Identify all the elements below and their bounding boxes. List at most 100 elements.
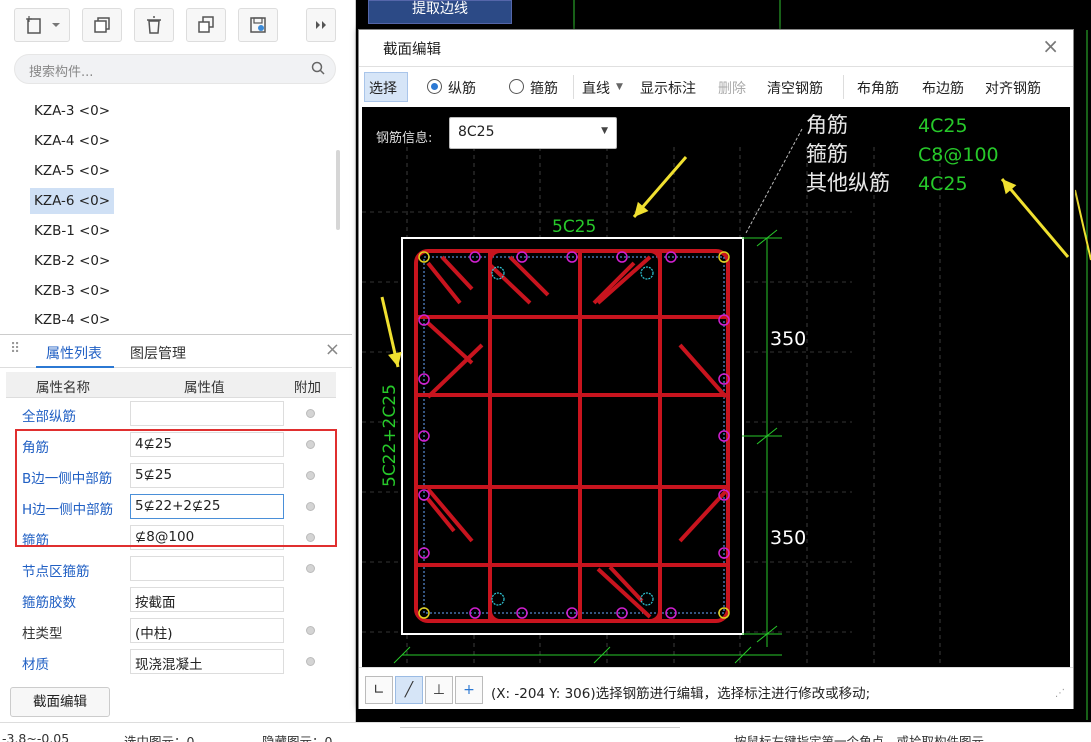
chevron-down-icon: ▼ — [601, 126, 608, 136]
tree-item-selected[interactable]: KZA-6 <0> — [30, 188, 115, 214]
chevron-down-icon[interactable]: ▼ — [616, 82, 623, 92]
property-row: 节点区箍筋 — [6, 553, 336, 584]
tree-scrollbar[interactable] — [336, 150, 340, 230]
close-icon[interactable]: × — [1042, 34, 1059, 58]
search-icon[interactable] — [311, 61, 325, 79]
section-canvas[interactable]: 350 350 5C25 5C22+2C25 角筋 4C25 箍筋 C8@100 其他纵筋 4C2… — [362, 107, 1070, 667]
status-bar: -3.8~-0.05 选中图元：0 隐藏图元：0 按鼠标左键指定第一个角点，或拾… — [0, 722, 1091, 742]
top-rebar-label: 5C25 — [552, 217, 596, 237]
property-value[interactable]: 按截面 — [130, 587, 284, 612]
property-value[interactable] — [130, 556, 284, 581]
copy-to-floor-icon[interactable] — [186, 8, 226, 42]
header-value: 属性值 — [184, 380, 225, 396]
align-rebar-button[interactable]: 对齐钢筋 — [985, 78, 1041, 98]
annotation-arrow — [1000, 178, 1070, 258]
info-label: 角筋 — [806, 113, 848, 137]
dialog-title: 截面编辑 — [383, 42, 441, 58]
property-value[interactable] — [130, 401, 284, 426]
property-row: 柱类型 (中柱) — [6, 615, 336, 646]
section-edit-button[interactable]: 截面编辑 — [10, 687, 110, 717]
info-value: C8@100 — [918, 144, 999, 166]
property-name: 节点区箍筋 — [22, 564, 90, 580]
property-row: 全部纵筋 — [6, 398, 336, 429]
snap-toolbar[interactable] — [400, 727, 680, 742]
tree-item[interactable]: KZA-5 <0> — [30, 158, 114, 184]
property-name: 箍筋胶数 — [22, 595, 76, 611]
tree-item[interactable]: KZB-3 <0> — [30, 278, 114, 304]
info-label: 箍筋 — [806, 142, 848, 166]
coord-status-text: (X: -204 Y: 306)选择钢筋进行编辑，选择标注进行修改或移动; — [491, 686, 871, 702]
annotation-arrow-head — [388, 351, 402, 367]
dim-label: 350 — [770, 328, 806, 350]
show-dim-button[interactable]: 显示标注 — [640, 78, 696, 98]
tree-item[interactable]: KZB-2 <0> — [30, 248, 114, 274]
edge-rebar-button[interactable]: 布边筋 — [922, 78, 964, 98]
stirrup-label[interactable]: 箍筋 — [530, 78, 558, 98]
expand-icon[interactable] — [306, 8, 336, 42]
selected-count: 选中图元：0 — [124, 734, 195, 742]
hint-text: 按鼠标左键指定第一个角点，或拾取构件图元 — [734, 734, 985, 742]
properties-header: ⠿ 属性列表 图层管理 × — [0, 334, 352, 368]
header-name: 属性名称 — [36, 380, 90, 396]
divider — [573, 75, 574, 99]
tab-properties[interactable]: 属性列表 — [46, 343, 102, 363]
tab-layers[interactable]: 图层管理 — [130, 343, 186, 363]
search-input[interactable]: 搜索构件... — [14, 54, 336, 84]
resize-grip-icon[interactable]: ⋰ — [1055, 688, 1065, 699]
delete-icon[interactable] — [134, 8, 174, 42]
property-name: 全部纵筋 — [22, 409, 76, 425]
property-name: 材质 — [22, 657, 49, 673]
info-value: 4C25 — [918, 173, 968, 195]
dim-label: 350 — [770, 527, 806, 549]
dialog-bottom-bar: ∟ ╱ ⊥ + (X: -204 Y: 306)选择钢筋进行编辑，选择标注进行修… — [359, 667, 1073, 709]
tree-item[interactable]: KZA-3 <0> — [30, 98, 114, 124]
left-panel: 搜索构件... KZA-3 <0> KZA-4 <0> KZA-5 <0> KZ… — [0, 0, 356, 722]
info-value: 4C25 — [918, 115, 968, 137]
bg-canvas-lines — [573, 0, 781, 30]
side-rebar-label: 5C22+2C25 — [380, 384, 400, 487]
attach-checkbox[interactable] — [306, 626, 315, 635]
angle-line-icon[interactable]: ╱ — [395, 676, 423, 704]
grip-icon[interactable]: ⠿ — [10, 341, 20, 357]
longitudinal-radio[interactable] — [427, 79, 442, 94]
dialog-toolbar: 选择 纵筋 箍筋 直线 ▼ 显示标注 删除 清空钢筋 布角筋 布边筋 对齐钢筋 — [359, 66, 1073, 106]
rebar-info-select[interactable]: 8C25 ▼ — [449, 117, 617, 149]
property-row: 箍筋胶数 按截面 — [6, 584, 336, 615]
select-label: 选择 — [369, 81, 397, 97]
attach-checkbox[interactable] — [306, 657, 315, 666]
attach-checkbox[interactable] — [306, 409, 315, 418]
highlight-box — [15, 429, 337, 547]
elevation-text: -3.8~-0.05 — [2, 731, 70, 742]
tree-item[interactable]: KZB-4 <0> — [30, 307, 114, 329]
tab-active-indicator — [36, 366, 114, 368]
line-dropdown[interactable]: 直线 — [582, 78, 610, 98]
new-component-button[interactable] — [14, 8, 70, 42]
tree-item[interactable]: KZA-4 <0> — [30, 128, 114, 154]
attach-checkbox[interactable] — [306, 564, 315, 573]
property-value[interactable]: (中柱) — [130, 618, 284, 643]
copy-icon[interactable] — [82, 8, 122, 42]
delete-button[interactable]: 删除 — [718, 78, 746, 98]
properties-table-header: 属性名称 属性值 附加 — [6, 372, 336, 398]
longitudinal-label[interactable]: 纵筋 — [448, 78, 476, 98]
add-point-icon[interactable]: + — [455, 676, 483, 704]
rebar-info-value: 8C25 — [458, 124, 495, 140]
hidden-count: 隐藏图元：0 — [262, 734, 333, 742]
clear-rebar-button[interactable]: 清空钢筋 — [767, 78, 823, 98]
rebar-info-label: 钢筋信息: — [376, 131, 433, 146]
close-icon[interactable]: × — [325, 339, 340, 360]
section-drawing: 350 350 5C25 5C22+2C25 角筋 4C25 箍筋 C8@100 其他纵筋 4C2… — [362, 113, 1070, 667]
extract-edge-button[interactable]: 提取边线 — [368, 0, 512, 24]
property-value[interactable]: 现浇混凝土 — [130, 649, 284, 674]
bg-canvas-right — [1075, 30, 1091, 720]
corner-rebar-button[interactable]: 布角筋 — [857, 78, 899, 98]
stirrup-radio[interactable] — [509, 79, 524, 94]
leader-line — [745, 128, 803, 234]
orthogonal-icon[interactable]: ∟ — [365, 676, 393, 704]
section-edit-dialog: 截面编辑 × 选择 纵筋 箍筋 直线 ▼ 显示标注 删除 清空钢筋 布角筋 布边… — [358, 29, 1074, 709]
save-icon[interactable] — [238, 8, 278, 42]
property-row: 材质 现浇混凝土 — [6, 646, 336, 677]
tree-item[interactable]: KZB-1 <0> — [30, 218, 114, 244]
perpendicular-icon[interactable]: ⊥ — [425, 676, 453, 704]
property-name: 柱类型 — [22, 626, 63, 642]
